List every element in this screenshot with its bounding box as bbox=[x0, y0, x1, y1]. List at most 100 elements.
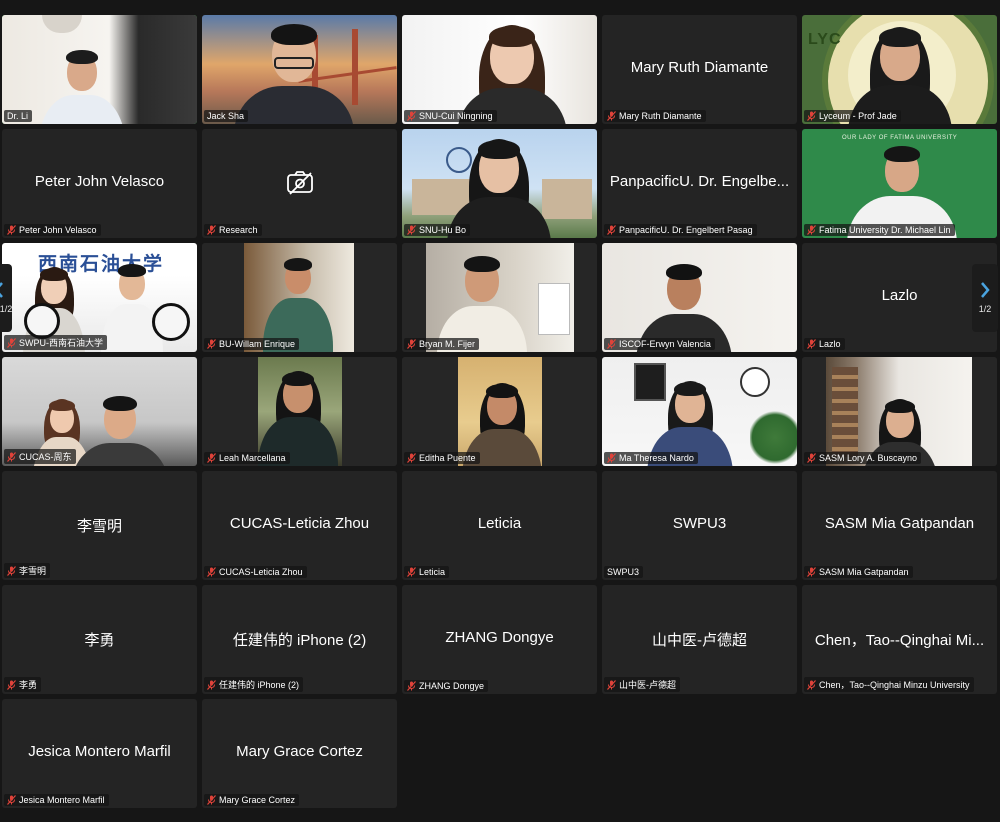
next-page-button[interactable]: 1/2 bbox=[972, 264, 998, 332]
mic-muted-icon bbox=[407, 453, 416, 463]
participant-gallery: Dr. Li Jack Sha SNU-Cui Ningning Mary Ru… bbox=[2, 15, 997, 808]
participant-tile-panpacific[interactable]: PanpacificU. Dr. Engelbe... PanpacificU.… bbox=[602, 129, 797, 238]
chevron-left-icon bbox=[0, 282, 3, 298]
participant-tile-mary-grace[interactable]: Mary Grace Cortez Mary Grace Cortez bbox=[202, 699, 397, 808]
camera-off-icon bbox=[287, 171, 313, 195]
participant-name: Mary Grace Cortez bbox=[219, 795, 296, 805]
mic-muted-icon bbox=[7, 795, 16, 805]
participant-name: CUCAS-Leticia Zhou bbox=[219, 567, 303, 577]
participant-name: Editha Puente bbox=[419, 453, 476, 463]
participant-name: Peter John Velasco bbox=[19, 225, 97, 235]
participant-name: PanpacificU. Dr. Engelbert Pasag bbox=[619, 225, 753, 235]
participant-name: 任建伟的 iPhone (2) bbox=[219, 680, 300, 690]
mic-muted-icon bbox=[7, 565, 16, 576]
participant-name: SWPU3 bbox=[607, 567, 640, 577]
participant-name: Dr. Li bbox=[7, 111, 29, 121]
participant-tile-shanzhongyi[interactable]: 山中医-卢德超 山中医-卢德超 bbox=[602, 585, 797, 694]
participant-display-name: SASM Mia Gatpandan bbox=[824, 515, 975, 532]
mic-muted-icon bbox=[7, 225, 16, 235]
participant-tile-fatima[interactable]: OUR LADY OF FATIMA UNIVERSITY Fatima Uni… bbox=[802, 129, 997, 238]
mic-muted-icon bbox=[807, 567, 816, 577]
participant-name: BU-Willam Enrique bbox=[219, 339, 296, 349]
participant-tile-sasm-lory[interactable]: SASM Lory A. Buscayno bbox=[802, 357, 997, 466]
participant-name: Jack Sha bbox=[207, 111, 245, 121]
participant-video bbox=[2, 15, 197, 124]
mic-muted-icon bbox=[607, 111, 616, 121]
participant-tile-cucas-leticia[interactable]: CUCAS-Leticia Zhou CUCAS-Leticia Zhou bbox=[202, 471, 397, 580]
participant-name-tag: ISCOF-Erwyn Valencia bbox=[604, 338, 715, 350]
participant-tile-snu-hu-bo[interactable]: SNU-Hu Bo bbox=[402, 129, 597, 238]
participant-display-name: Jesica Montero Marfil bbox=[28, 743, 171, 760]
participant-video bbox=[202, 15, 397, 124]
participant-tile-mary-ruth-diamante[interactable]: Mary Ruth Diamante Mary Ruth Diamante bbox=[602, 15, 797, 124]
participant-name: SASM Mia Gatpandan bbox=[819, 567, 909, 577]
participant-name: 李勇 bbox=[19, 680, 38, 690]
participant-name: SWPU-西南石油大学 bbox=[19, 338, 103, 348]
participant-display-name: 李雪明 bbox=[76, 518, 122, 535]
participant-video bbox=[202, 243, 397, 352]
participant-name-tag: BU-Willam Enrique bbox=[204, 338, 300, 350]
mic-muted-icon bbox=[207, 225, 216, 235]
page-indicator-left: 1/2 bbox=[0, 304, 13, 314]
participant-name: SNU-Hu Bo bbox=[419, 225, 467, 235]
participant-tile-bu-willam[interactable]: BU-Willam Enrique bbox=[202, 243, 397, 352]
participant-tile-iscof[interactable]: ISCOF-Erwyn Valencia bbox=[602, 243, 797, 352]
lyceum-seal-text: LYC bbox=[808, 31, 842, 48]
participant-display-name: Leticia bbox=[477, 515, 522, 532]
mic-muted-icon bbox=[607, 225, 616, 235]
participant-name: Jesica Montero Marfil bbox=[19, 795, 105, 805]
participant-name: 李雪明 bbox=[19, 566, 47, 576]
prev-page-button[interactable]: 1/2 bbox=[0, 264, 12, 332]
participant-tile-snu-cui-ningning[interactable]: SNU-Cui Ningning bbox=[402, 15, 597, 124]
participant-display-name: 山中医-卢德超 bbox=[652, 632, 747, 649]
mic-muted-icon bbox=[207, 795, 216, 805]
participant-tile-swpu[interactable]: 西南石油大学 SWPU-西南石油大学 bbox=[2, 243, 197, 352]
participant-tile-jack-sha[interactable]: Jack Sha bbox=[202, 15, 397, 124]
participant-tile-li-yong[interactable]: 李勇 李勇 bbox=[2, 585, 197, 694]
participant-tile-lyceum-prof-jade[interactable]: LYC Lyceum - Prof Jade bbox=[802, 15, 997, 124]
participant-display-name: ZHANG Dongye bbox=[445, 629, 554, 646]
participant-name: Fatima University Dr. Michael Lin bbox=[819, 225, 951, 235]
participant-tile-leah[interactable]: Leah Marcellana bbox=[202, 357, 397, 466]
participant-tile-research[interactable]: Research bbox=[202, 129, 397, 238]
participant-name: SASM Lory A. Buscayno bbox=[819, 453, 918, 463]
participant-name-tag: 任建伟的 iPhone (2) bbox=[204, 677, 304, 692]
participant-tile-lazlo[interactable]: Lazlo Lazlo bbox=[802, 243, 997, 352]
participant-tile-li-xueming[interactable]: 李雪明 李雪明 bbox=[2, 471, 197, 580]
participant-tile-jesica[interactable]: Jesica Montero Marfil Jesica Montero Mar… bbox=[2, 699, 197, 808]
participant-name: Chen，Tao--Qinghai Minzu University bbox=[819, 680, 970, 690]
participant-tile-zhang-dongye[interactable]: ZHANG Dongye ZHANG Dongye bbox=[402, 585, 597, 694]
mic-muted-icon bbox=[7, 337, 16, 348]
participant-tile-chen-tao[interactable]: Chen，Tao--Qinghai Mi... Chen，Tao--Qingha… bbox=[802, 585, 997, 694]
participant-name: Lyceum - Prof Jade bbox=[819, 111, 897, 121]
participant-name: ZHANG Dongye bbox=[419, 681, 485, 691]
participant-tile-bryan[interactable]: Bryan M. Fijer bbox=[402, 243, 597, 352]
participant-name: Research bbox=[219, 225, 258, 235]
participant-tile-ren-iphone[interactable]: 任建伟的 iPhone (2) 任建伟的 iPhone (2) bbox=[202, 585, 397, 694]
mic-muted-icon bbox=[407, 339, 416, 349]
mic-muted-icon bbox=[407, 225, 416, 235]
participant-name: ISCOF-Erwyn Valencia bbox=[619, 339, 711, 349]
participant-video bbox=[402, 129, 597, 238]
participant-tile-sasm-mia[interactable]: SASM Mia Gatpandan SASM Mia Gatpandan bbox=[802, 471, 997, 580]
participant-tile-leticia[interactable]: Leticia Leticia bbox=[402, 471, 597, 580]
meeting-window: Dr. Li Jack Sha SNU-Cui Ningning Mary Ru… bbox=[0, 0, 1000, 822]
participant-name-tag: Jack Sha bbox=[204, 110, 249, 122]
page-indicator-right: 1/2 bbox=[978, 304, 992, 314]
participant-tile-dr-li[interactable]: Dr. Li bbox=[2, 15, 197, 124]
participant-tile-peter-john-velasco[interactable]: Peter John Velasco Peter John Velasco bbox=[2, 129, 197, 238]
participant-name-tag: Peter John Velasco bbox=[4, 224, 101, 236]
participant-name-tag: CUCAS-Leticia Zhou bbox=[204, 566, 307, 578]
participant-name-tag: SNU-Hu Bo bbox=[404, 224, 471, 236]
participant-tile-ma-theresa[interactable]: Ma Theresa Nardo bbox=[602, 357, 797, 466]
participant-name-tag: SASM Mia Gatpandan bbox=[804, 566, 913, 578]
participant-name-tag: Editha Puente bbox=[404, 452, 480, 464]
participant-name: Leah Marcellana bbox=[219, 453, 286, 463]
mic-muted-icon bbox=[407, 567, 416, 577]
participant-video bbox=[402, 243, 597, 352]
participant-tile-editha[interactable]: Editha Puente bbox=[402, 357, 597, 466]
participant-tile-swpu3[interactable]: SWPU3 SWPU3 bbox=[602, 471, 797, 580]
participant-name-tag: PanpacificU. Dr. Engelbert Pasag bbox=[604, 224, 757, 236]
participant-tile-cucas-zhoudong[interactable]: CUCAS-周东 bbox=[2, 357, 197, 466]
participant-name: CUCAS-周东 bbox=[19, 452, 72, 462]
